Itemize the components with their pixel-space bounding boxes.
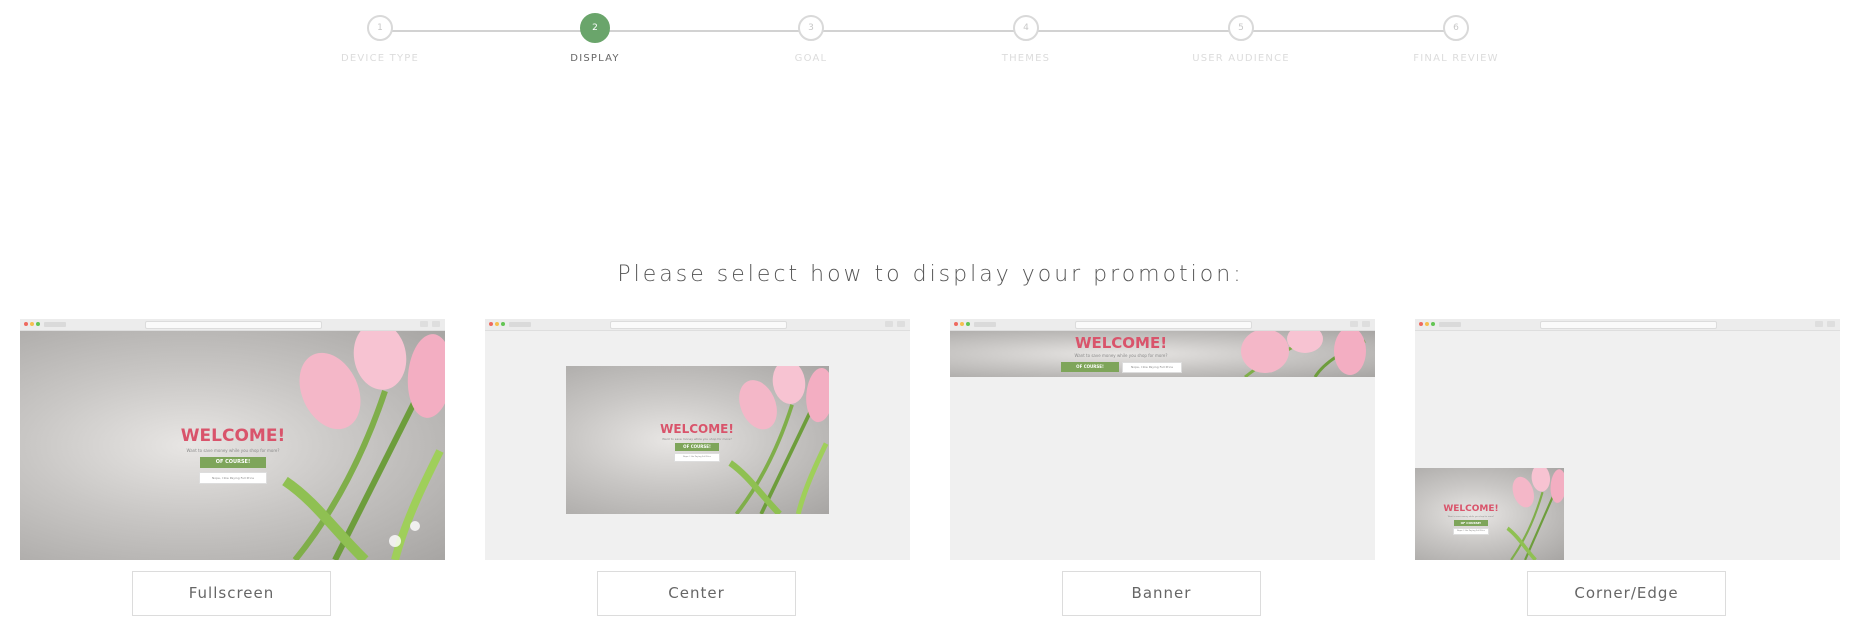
tulips-image — [728, 366, 829, 514]
step-number: 5 — [1228, 15, 1254, 41]
promo-decline-button: Nope, I like Paying Full Price — [674, 453, 720, 462]
page-prompt: Please select how to display your promot… — [617, 262, 1244, 287]
corner-edge-option-button[interactable]: Corner/Edge — [1527, 571, 1726, 616]
step-number: 4 — [1013, 15, 1039, 41]
step-label: DEVICE TYPE — [340, 53, 420, 64]
option-card-banner[interactable]: WELCOME! Want to save money while you sh… — [950, 319, 1375, 616]
step-goal[interactable]: 3 GOAL — [731, 15, 891, 64]
nav-arrows-icon — [44, 322, 66, 327]
maximize-dot-icon — [1431, 322, 1435, 326]
option-card-corner-edge[interactable]: WELCOME! Want to save money while you sh… — [1415, 319, 1840, 616]
step-number: 3 — [798, 15, 824, 41]
address-bar — [1075, 321, 1252, 329]
close-dot-icon — [954, 322, 958, 326]
promo-accept-button: OF COURSE! — [1061, 362, 1119, 372]
option-card-center[interactable]: WELCOME! Want to save money while you sh… — [485, 319, 910, 616]
browser-chrome — [1415, 319, 1840, 331]
promo-accept-button: OF COURSE! — [200, 457, 266, 468]
promo-headline: WELCOME! — [180, 426, 286, 446]
step-label: GOAL — [794, 53, 828, 64]
step-final-review[interactable]: 6 FINAL REVIEW — [1376, 15, 1536, 64]
tulips-image — [1241, 331, 1366, 377]
close-dot-icon — [1419, 322, 1423, 326]
address-bar — [145, 321, 322, 329]
promo-subtext: Want to save money while you shop for mo… — [186, 448, 280, 453]
step-label: USER AUDIENCE — [1192, 53, 1290, 64]
promo-popup: WELCOME! Want to save money while you sh… — [20, 331, 445, 560]
minimize-dot-icon — [1425, 322, 1429, 326]
step-device-type[interactable]: 1 DEVICE TYPE — [300, 15, 460, 64]
share-icon — [885, 321, 893, 327]
promo-decline-button: Nope, I like Paying Full Price — [1122, 362, 1182, 373]
promo-decline-button: Nope, I like Paying Full Price — [1453, 528, 1489, 535]
browser-preview[interactable]: WELCOME! Want to save money while you sh… — [950, 319, 1375, 560]
maximize-dot-icon — [966, 322, 970, 326]
step-themes[interactable]: 4 THEMES — [946, 15, 1106, 64]
address-bar — [1540, 321, 1717, 329]
promo-subtext: Want to save money while you shop for mo… — [662, 437, 732, 441]
browser-chrome — [950, 319, 1375, 331]
step-number: 1 — [367, 15, 393, 41]
promo-decline-button: Nope, I like Paying Full Price — [199, 472, 267, 484]
browser-chrome — [20, 319, 445, 331]
tabs-icon — [1362, 321, 1370, 327]
nav-arrows-icon — [1439, 322, 1461, 327]
promo-popup: WELCOME! Want to save money while you sh… — [566, 366, 829, 514]
maximize-dot-icon — [36, 322, 40, 326]
step-number: 2 — [580, 13, 610, 43]
promo-headline: WELCOME! — [1443, 504, 1499, 514]
browser-preview[interactable]: WELCOME! Want to save money while you sh… — [1415, 319, 1840, 560]
promo-headline: WELCOME! — [660, 422, 734, 436]
promo-subtext: Want to save money while you shop for mo… — [1074, 353, 1168, 358]
promo-subtext: Want to save money while you shop for mo… — [1447, 516, 1495, 518]
minimize-dot-icon — [30, 322, 34, 326]
browser-preview[interactable]: WELCOME! Want to save money while you sh… — [20, 319, 445, 560]
step-label: DISPLAY — [570, 53, 620, 64]
share-icon — [1815, 321, 1823, 327]
maximize-dot-icon — [501, 322, 505, 326]
tulips-image — [1506, 468, 1564, 560]
option-card-fullscreen[interactable]: WELCOME! Want to save money while you sh… — [20, 319, 445, 616]
close-dot-icon — [24, 322, 28, 326]
promo-popup: WELCOME! Want to save money while you sh… — [950, 331, 1375, 377]
step-user-audience[interactable]: 5 USER AUDIENCE — [1161, 15, 1321, 64]
tabs-icon — [1827, 321, 1835, 327]
step-number: 6 — [1443, 15, 1469, 41]
address-bar — [610, 321, 787, 329]
promo-popup: WELCOME! Want to save money while you sh… — [1415, 468, 1564, 560]
nav-arrows-icon — [974, 322, 996, 327]
banner-option-button[interactable]: Banner — [1062, 571, 1261, 616]
tabs-icon — [432, 321, 440, 327]
fullscreen-option-button[interactable]: Fullscreen — [132, 571, 331, 616]
promo-accept-button: OF COURSE! — [1454, 520, 1488, 526]
tabs-icon — [897, 321, 905, 327]
close-dot-icon — [489, 322, 493, 326]
nav-arrows-icon — [509, 322, 531, 327]
minimize-dot-icon — [495, 322, 499, 326]
share-icon — [1350, 321, 1358, 327]
promo-headline: WELCOME! — [1074, 334, 1168, 352]
minimize-dot-icon — [960, 322, 964, 326]
share-icon — [420, 321, 428, 327]
step-label: FINAL REVIEW — [1413, 53, 1499, 64]
tulips-image — [282, 331, 445, 560]
center-option-button[interactable]: Center — [597, 571, 796, 616]
promo-accept-button: OF COURSE! — [675, 443, 719, 451]
step-display[interactable]: 2 DISPLAY — [515, 13, 675, 64]
browser-chrome — [485, 319, 910, 331]
step-label: THEMES — [1001, 53, 1051, 64]
browser-preview[interactable]: WELCOME! Want to save money while you sh… — [485, 319, 910, 560]
progress-stepper: 1 DEVICE TYPE 2 DISPLAY 3 GOAL 4 THEMES … — [0, 0, 1861, 80]
